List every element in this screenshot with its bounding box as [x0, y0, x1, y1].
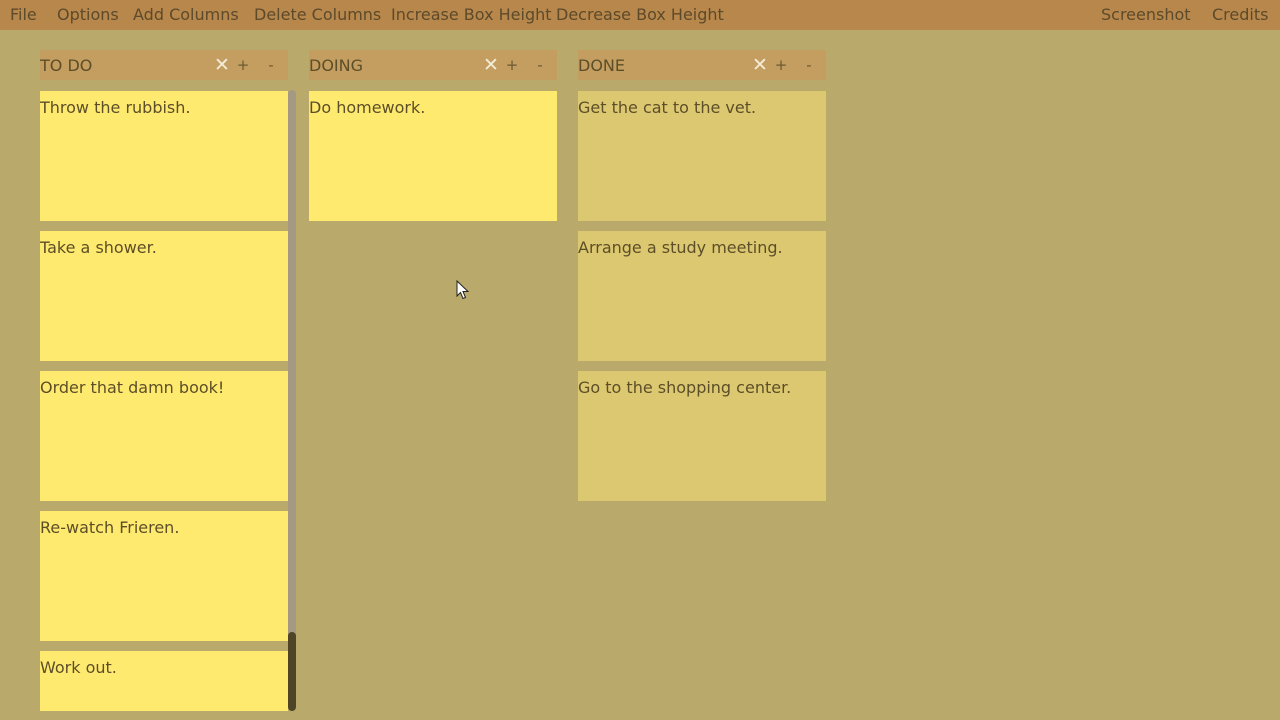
menu-screenshot[interactable]: Screenshot [1101, 0, 1191, 30]
add-card-button[interactable]: + [503, 50, 521, 80]
menu-bar: File Options Add Columns Delete Columns … [0, 0, 1280, 30]
card[interactable]: Do homework. [309, 91, 557, 221]
column-header: DONE ✕ + - [578, 50, 826, 80]
card[interactable]: Re-watch Frieren. [40, 511, 288, 641]
card-text: Do homework. [309, 98, 426, 117]
remove-card-button[interactable]: - [531, 50, 549, 80]
column-title: DOING [309, 56, 363, 75]
card[interactable]: Go to the shopping center. [578, 371, 826, 501]
menu-credits[interactable]: Credits [1212, 0, 1268, 30]
card[interactable]: Throw the rubbish. [40, 91, 288, 221]
column-header: DOING ✕ + - [309, 50, 557, 80]
card[interactable]: Arrange a study meeting. [578, 231, 826, 361]
card[interactable]: Order that damn book! [40, 371, 288, 501]
menu-decrease-box-height[interactable]: Decrease Box Height [556, 0, 724, 30]
scrollbar-thumb[interactable] [288, 632, 296, 711]
add-card-button[interactable]: + [772, 50, 790, 80]
card-text: Re-watch Frieren. [40, 518, 180, 537]
menu-increase-box-height[interactable]: Increase Box Height [391, 0, 552, 30]
card-text: Arrange a study meeting. [578, 238, 783, 257]
column-title: DONE [578, 56, 625, 75]
card[interactable]: Take a shower. [40, 231, 288, 361]
card-text: Get the cat to the vet. [578, 98, 757, 117]
card-text: Order that damn book! [40, 378, 225, 397]
column-header: TO DO ✕ + - [40, 50, 288, 80]
card-text: Go to the shopping center. [578, 378, 792, 397]
menu-file[interactable]: File [10, 0, 37, 30]
scrollbar-track[interactable] [288, 90, 296, 710]
menu-options[interactable]: Options [57, 0, 119, 30]
close-column-icon[interactable]: ✕ [481, 50, 501, 80]
close-column-icon[interactable]: ✕ [212, 50, 232, 80]
menu-add-columns[interactable]: Add Columns [133, 0, 239, 30]
remove-card-button[interactable]: - [800, 50, 818, 80]
mouse-cursor-icon [456, 280, 470, 300]
remove-card-button[interactable]: - [262, 50, 280, 80]
card-text: Take a shower. [40, 238, 157, 257]
card-text: Throw the rubbish. [40, 98, 191, 117]
menu-delete-columns[interactable]: Delete Columns [254, 0, 381, 30]
card-text: Work out. [40, 658, 117, 677]
card[interactable]: Get the cat to the vet. [578, 91, 826, 221]
add-card-button[interactable]: + [234, 50, 252, 80]
close-column-icon[interactable]: ✕ [750, 50, 770, 80]
column-title: TO DO [40, 56, 93, 75]
card[interactable]: Work out. [40, 651, 288, 711]
